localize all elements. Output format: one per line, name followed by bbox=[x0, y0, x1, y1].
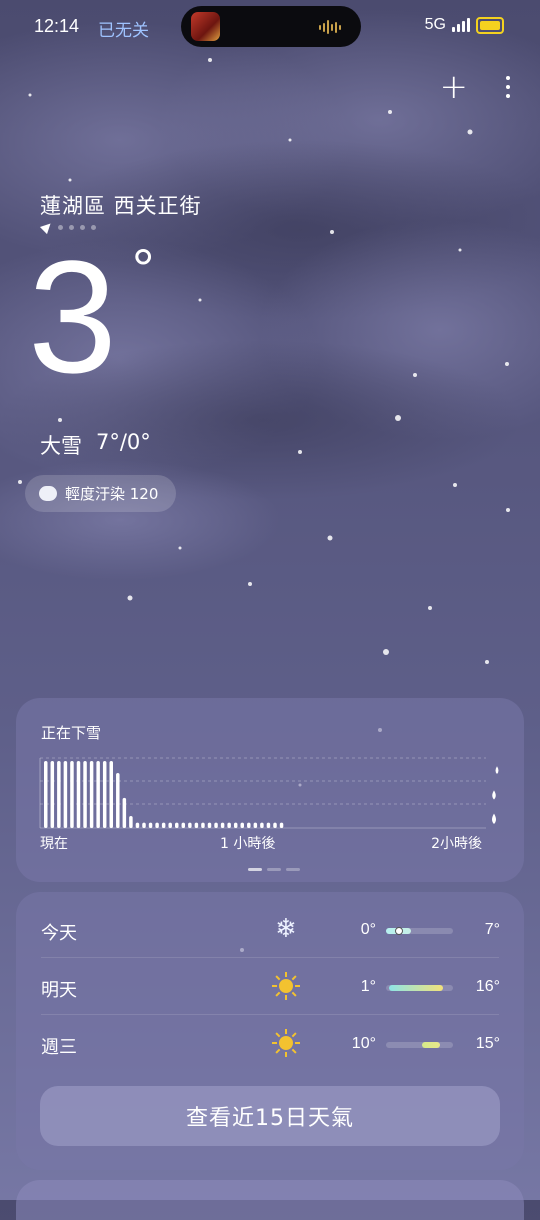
precipitation-chart bbox=[39, 757, 499, 829]
precipitation-card[interactable]: 正在下雪 現在 1 小時後 2小時後 bbox=[16, 698, 524, 882]
forecast-row[interactable]: 今天 ❄ 0° 7° bbox=[16, 901, 524, 958]
precip-bar bbox=[142, 822, 146, 828]
precip-bar bbox=[227, 822, 231, 828]
view-15-day-button[interactable]: 查看近15日天氣 bbox=[40, 1086, 500, 1146]
precip-bar bbox=[155, 822, 159, 828]
plus-icon[interactable]: + bbox=[440, 70, 469, 104]
precip-bar bbox=[175, 822, 179, 828]
precip-bar bbox=[76, 761, 81, 828]
more-vertical-icon[interactable] bbox=[506, 76, 510, 98]
precip-bar bbox=[188, 822, 192, 828]
card-pager bbox=[248, 868, 300, 871]
precip-bar bbox=[44, 761, 48, 828]
temperature-range: 7°/0° bbox=[96, 430, 151, 454]
precip-bar bbox=[109, 761, 113, 828]
precip-bar bbox=[89, 761, 94, 828]
temperature-range-fill bbox=[389, 985, 443, 991]
precip-bar bbox=[233, 822, 238, 828]
precip-bar bbox=[273, 822, 277, 828]
precip-bar bbox=[260, 822, 264, 828]
next-card-peek bbox=[16, 1180, 524, 1220]
daily-forecast-card: 今天 ❄ 0° 7° 明天 1° 16° 週三 10° 15° 查看近15日天氣 bbox=[16, 892, 524, 1170]
forecast-day: 週三 bbox=[41, 1037, 77, 1058]
forecast-min-temp: 10° bbox=[351, 1035, 376, 1052]
current-condition: 大雪 bbox=[40, 434, 82, 458]
network-type: 5G bbox=[424, 16, 446, 33]
audio-wave-icon bbox=[319, 20, 341, 34]
precip-intensity-icon bbox=[492, 790, 496, 800]
precip-bar bbox=[240, 822, 244, 828]
precip-bar bbox=[161, 822, 166, 828]
precip-bar bbox=[83, 761, 87, 828]
aqi-badge[interactable]: 輕度汙染 120 bbox=[25, 475, 177, 512]
dynamic-island[interactable] bbox=[181, 6, 361, 47]
degree-symbol: ° bbox=[132, 237, 155, 300]
precip-bar bbox=[129, 815, 133, 828]
app-thumbnail-icon bbox=[191, 12, 220, 41]
current-temperature: 3 bbox=[28, 227, 117, 406]
precip-bar bbox=[50, 761, 55, 828]
precip-bar bbox=[201, 822, 205, 828]
location-name: 蓮湖區 西关正街 bbox=[40, 194, 202, 218]
precip-bar bbox=[135, 822, 140, 828]
precip-bar bbox=[207, 822, 212, 828]
precip-bar bbox=[116, 773, 120, 828]
status-indicators: 5G bbox=[425, 16, 504, 34]
forecast-max-temp: 16° bbox=[475, 978, 500, 995]
precip-bar bbox=[63, 761, 68, 828]
precip-bar bbox=[194, 822, 199, 828]
sun-icon bbox=[272, 1029, 300, 1057]
precip-bar bbox=[57, 761, 61, 828]
signal-icon bbox=[452, 18, 470, 32]
status-bar: 12:14 已无关 5G bbox=[0, 0, 540, 54]
forecast-max-temp: 15° bbox=[475, 1035, 500, 1052]
precip-bar bbox=[168, 822, 172, 828]
forecast-min-temp: 0° bbox=[360, 921, 376, 938]
x-label-2h: 2小時後 bbox=[431, 836, 482, 852]
precip-bar bbox=[279, 822, 284, 828]
precip-intensity-icon bbox=[495, 766, 499, 774]
precip-bar bbox=[148, 822, 153, 828]
precip-bar bbox=[122, 797, 127, 828]
temperature-range-bar bbox=[386, 985, 453, 991]
precip-bar bbox=[253, 822, 258, 828]
precip-bar bbox=[247, 822, 251, 828]
precip-intensity-icon bbox=[492, 813, 496, 824]
battery-icon bbox=[476, 16, 504, 34]
forecast-row[interactable]: 週三 10° 15° bbox=[16, 1015, 524, 1072]
precip-bar bbox=[70, 761, 74, 828]
temperature-range-bar bbox=[386, 927, 453, 935]
status-extra-text: 已无关 bbox=[98, 21, 149, 40]
forecast-day: 明天 bbox=[41, 980, 77, 1001]
precip-bar bbox=[102, 761, 107, 828]
forecast-row[interactable]: 明天 1° 16° bbox=[16, 958, 524, 1015]
precip-bar bbox=[181, 822, 186, 828]
leaf-icon bbox=[39, 486, 57, 501]
temperature-range-fill bbox=[421, 1042, 440, 1048]
precip-bar bbox=[214, 822, 218, 828]
temperature-range-bar bbox=[386, 1042, 453, 1048]
snowflake-icon: ❄ bbox=[275, 914, 297, 944]
forecast-max-temp: 7° bbox=[484, 921, 500, 938]
top-actions: + bbox=[440, 70, 510, 104]
sun-icon bbox=[272, 972, 300, 1000]
precip-bar bbox=[266, 822, 271, 828]
aqi-label: 輕度汙染 120 bbox=[65, 485, 159, 503]
precip-bar bbox=[96, 761, 100, 828]
x-label-1h: 1 小時後 bbox=[220, 836, 276, 852]
precip-bar bbox=[220, 822, 225, 828]
forecast-min-temp: 1° bbox=[360, 978, 376, 995]
forecast-day: 今天 bbox=[41, 923, 77, 944]
x-label-now: 現在 bbox=[40, 836, 68, 852]
condition-row: 大雪 7°/0° bbox=[40, 430, 151, 460]
status-time: 12:14 bbox=[34, 16, 80, 36]
